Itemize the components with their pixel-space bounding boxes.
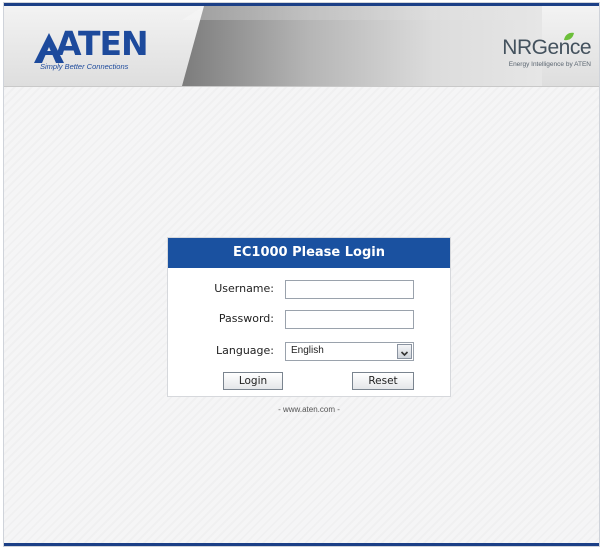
login-title: EC1000 Please Login (168, 238, 450, 268)
password-label: Password: (218, 312, 274, 325)
username-label: Username: (214, 282, 274, 295)
button-row: Login Reset (168, 372, 450, 394)
password-row: Password: (168, 310, 450, 332)
website-link[interactable]: - www.aten.com - (167, 405, 451, 414)
chevron-down-icon (400, 351, 409, 357)
aten-wordmark: ATEN (56, 24, 149, 63)
language-selected-value: English (291, 345, 324, 356)
login-button[interactable]: Login (223, 372, 283, 390)
language-select[interactable]: English (285, 342, 414, 361)
password-input[interactable] (285, 310, 414, 329)
leaf-icon (564, 32, 574, 41)
login-panel: EC1000 Please Login Username: Password: … (167, 237, 451, 397)
language-row: Language: English (168, 342, 450, 364)
dropdown-arrow-icon[interactable] (397, 344, 412, 359)
aten-logo: ATEN Simply Better Connections (34, 26, 149, 78)
reset-button[interactable]: Reset (352, 372, 414, 390)
header-banner: ATEN Simply Better Connections NRGence E… (4, 6, 599, 87)
nrgence-logo: NRGence Energy Intelligence by ATEN (481, 32, 591, 76)
username-row: Username: (168, 280, 450, 302)
language-label: Language: (216, 344, 274, 357)
login-page: ATEN Simply Better Connections NRGence E… (3, 2, 600, 547)
nrgence-wordmark: NRGence (502, 36, 591, 59)
bottom-accent-bar (4, 543, 599, 546)
nrgence-tagline: Energy Intelligence by ATEN (508, 61, 591, 68)
username-input[interactable] (285, 280, 414, 299)
aten-tagline: Simply Better Connections (40, 62, 129, 71)
